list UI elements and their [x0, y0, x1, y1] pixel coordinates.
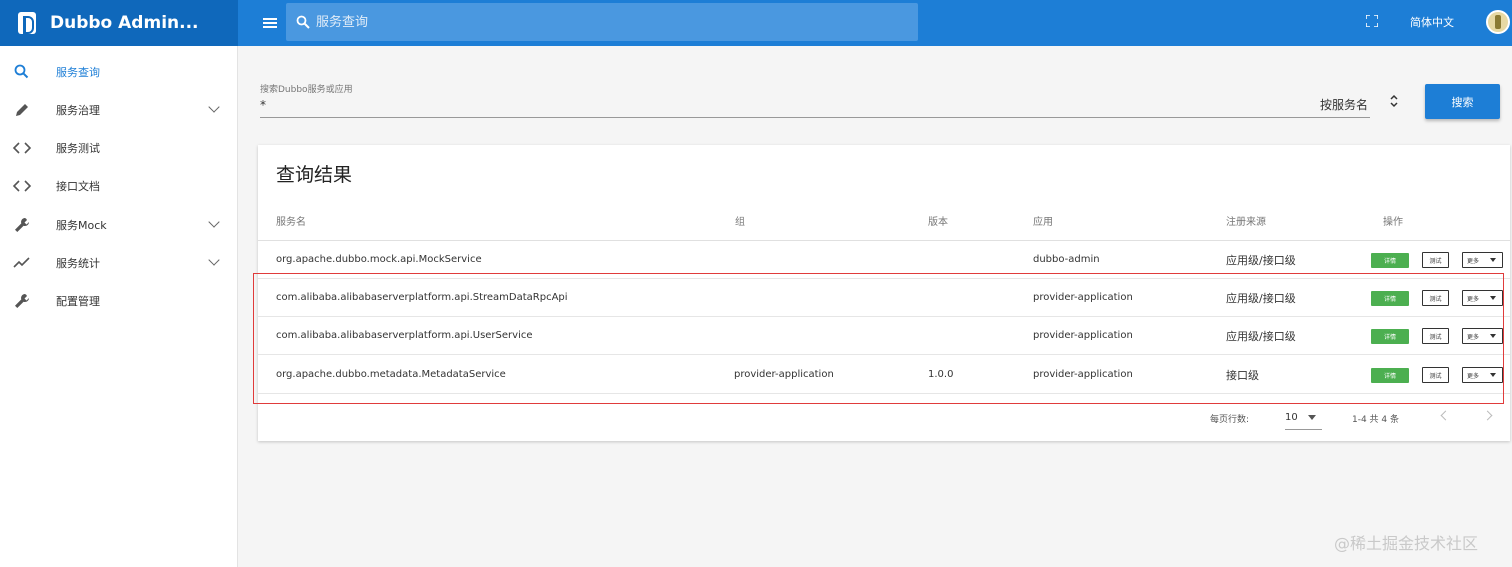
dubbo-logo-icon	[18, 12, 36, 34]
sidebar-item-label: 配置管理	[56, 295, 100, 308]
detail-button[interactable]: 详情	[1371, 253, 1409, 268]
cell-service: com.alibaba.alibabaserverplatform.api.St…	[276, 292, 568, 303]
sidebar-item-service-mock[interactable]: 服务Mock	[0, 206, 238, 244]
cell-service: org.apache.dubbo.metadata.MetadataServic…	[276, 369, 506, 380]
sidebar-item-api-docs[interactable]: 接口文档	[0, 167, 238, 205]
column-header-app[interactable]: 应用	[1033, 213, 1053, 228]
sidebar: 服务查询 服务治理 服务测试 接口文档 服务Mock 服务统计 配置管理	[0, 46, 238, 567]
cell-app: dubbo-admin	[1033, 254, 1100, 265]
cell-source: 应用级/接口级	[1226, 254, 1296, 267]
search-icon	[14, 64, 29, 79]
cell-source: 应用级/接口级	[1226, 330, 1296, 343]
sidebar-item-label: 接口文档	[56, 180, 100, 193]
app-title: Dubbo Admin...	[50, 13, 199, 33]
column-header-service[interactable]: 服务名	[276, 213, 306, 228]
search-field-label: 搜索Dubbo服务或应用	[260, 85, 353, 95]
cell-source: 应用级/接口级	[1226, 292, 1296, 305]
service-search-input[interactable]: *	[260, 96, 1370, 118]
caret-down-icon	[1308, 415, 1316, 420]
code-icon	[12, 142, 32, 154]
more-label: 更多	[1467, 295, 1480, 303]
table-row: com.alibaba.alibabaserverplatform.api.Us…	[258, 317, 1510, 355]
more-label: 更多	[1467, 333, 1480, 341]
wrench-icon	[15, 294, 29, 308]
more-button[interactable]: 更多	[1462, 290, 1503, 306]
test-button[interactable]: 测试	[1422, 367, 1449, 383]
table-row: org.apache.dubbo.mock.api.MockService du…	[258, 241, 1510, 279]
search-value-text: *	[260, 98, 266, 112]
results-title: 查询结果	[276, 164, 353, 186]
more-label: 更多	[1467, 257, 1480, 265]
column-header-version[interactable]: 版本	[928, 213, 948, 228]
table-row: com.alibaba.alibabaserverplatform.api.St…	[258, 279, 1510, 317]
brand: Dubbo Admin...	[0, 0, 238, 46]
sidebar-item-label: 服务治理	[56, 104, 100, 117]
pagination-range: 1-4 共 4 条	[1352, 415, 1400, 425]
sidebar-item-label: 服务测试	[56, 142, 100, 155]
cell-app: provider-application	[1033, 369, 1133, 380]
more-button[interactable]: 更多	[1462, 252, 1503, 268]
more-button[interactable]: 更多	[1462, 328, 1503, 344]
global-search-box	[286, 3, 918, 41]
sidebar-item-config-management[interactable]: 配置管理	[0, 282, 238, 320]
more-button[interactable]: 更多	[1462, 367, 1503, 383]
search-icon	[296, 15, 310, 29]
menu-toggle-button[interactable]	[256, 9, 284, 37]
trending-icon	[13, 257, 30, 268]
sidebar-item-label: 服务查询	[56, 66, 100, 79]
watermark: @稀土掘金技术社区	[1334, 534, 1479, 553]
table-row: org.apache.dubbo.metadata.MetadataServic…	[258, 356, 1510, 394]
cell-version: 1.0.0	[928, 369, 954, 380]
sidebar-item-service-test[interactable]: 服务测试	[0, 129, 238, 167]
cell-service: com.alibaba.alibabaserverplatform.api.Us…	[276, 330, 533, 341]
language-switch[interactable]: 简体中文	[1410, 14, 1454, 30]
global-search-input[interactable]	[316, 14, 896, 30]
sidebar-item-service-stats[interactable]: 服务统计	[0, 244, 238, 282]
test-button[interactable]: 测试	[1422, 252, 1449, 268]
caret-down-icon	[1490, 334, 1496, 338]
column-header-source[interactable]: 注册来源	[1226, 213, 1266, 228]
detail-button[interactable]: 详情	[1371, 291, 1409, 306]
hamburger-icon	[263, 22, 277, 24]
column-header-group[interactable]: 组	[735, 213, 745, 228]
cell-source: 接口级	[1226, 369, 1259, 382]
test-button[interactable]: 测试	[1422, 328, 1449, 344]
caret-down-icon	[1490, 373, 1496, 377]
more-label: 更多	[1467, 372, 1480, 380]
chevron-down-icon	[208, 101, 220, 113]
search-type-select[interactable]: 按服务名	[1320, 96, 1368, 113]
test-button[interactable]: 测试	[1422, 290, 1449, 306]
results-card: 查询结果 服务名 组 版本 应用 注册来源 操作 org.apache.dubb…	[258, 145, 1510, 441]
cell-group: provider-application	[734, 369, 834, 380]
sidebar-item-service-query[interactable]: 服务查询	[0, 53, 238, 91]
detail-button[interactable]: 详情	[1371, 368, 1409, 383]
caret-down-icon	[1490, 296, 1496, 300]
rows-per-page-select[interactable]: 10	[1285, 408, 1322, 430]
cell-app: provider-application	[1033, 292, 1133, 303]
sidebar-item-label: 服务Mock	[56, 219, 107, 232]
unfold-icon[interactable]	[1389, 92, 1399, 110]
detail-button[interactable]: 详情	[1371, 329, 1409, 344]
pencil-icon	[16, 104, 28, 116]
code-icon	[12, 180, 32, 192]
wrench-icon	[15, 218, 29, 232]
sidebar-item-label: 服务统计	[56, 257, 100, 270]
caret-down-icon	[1490, 258, 1496, 262]
rows-per-page-value: 10	[1285, 412, 1298, 423]
cell-service: org.apache.dubbo.mock.api.MockService	[276, 254, 482, 265]
column-header-actions: 操作	[1383, 217, 1403, 228]
sidebar-item-service-governance[interactable]: 服务治理	[0, 91, 238, 129]
search-button[interactable]: 搜索	[1425, 84, 1500, 119]
chevron-down-icon	[208, 216, 220, 228]
fullscreen-icon[interactable]	[1366, 15, 1378, 27]
chevron-down-icon	[208, 254, 220, 266]
rows-per-page-label: 每页行数:	[1210, 415, 1250, 425]
user-avatar[interactable]	[1486, 10, 1510, 34]
cell-app: provider-application	[1033, 330, 1133, 341]
